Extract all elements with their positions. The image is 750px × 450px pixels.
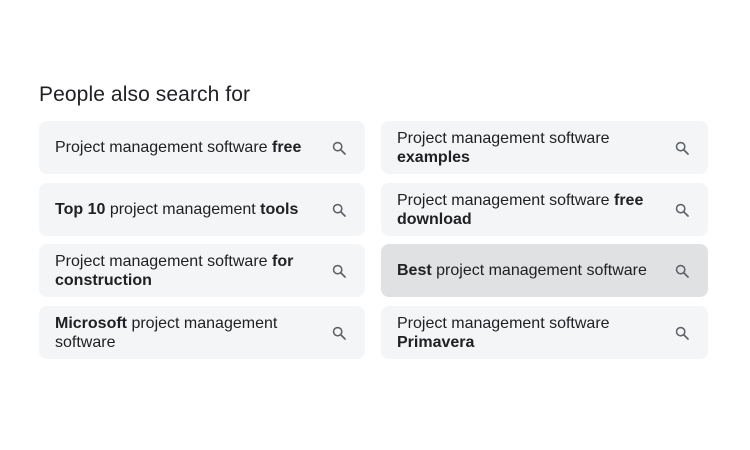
related-search-label: Project management software Primavera [397, 314, 674, 352]
highlighted-term: Top 10 [55, 201, 106, 218]
query-text: Project management software [55, 252, 272, 270]
related-search-label: Microsoft project management software [55, 314, 331, 352]
section-title: People also search for [39, 83, 251, 106]
highlighted-term: tools [260, 201, 299, 218]
related-search-chip[interactable]: Project management software free downloa… [381, 183, 708, 236]
highlighted-term: Primavera [397, 333, 475, 351]
search-icon [332, 264, 346, 278]
highlighted-term: Best [397, 262, 432, 279]
related-search-label: Project management software examples [397, 129, 674, 167]
related-search-chip[interactable]: Project management software for construc… [39, 244, 365, 297]
highlighted-term: examples [397, 148, 470, 166]
related-search-chip[interactable]: Project management software examples [381, 121, 708, 174]
related-search-label: Project management software free downloa… [397, 191, 674, 229]
search-icon [675, 141, 689, 155]
related-search-chip[interactable]: Microsoft project management software [39, 306, 365, 359]
highlighted-term: Microsoft [55, 314, 127, 332]
search-icon [332, 203, 346, 217]
related-search-label: Project management software for construc… [55, 252, 331, 290]
query-text: Project management software [397, 191, 614, 209]
search-icon [332, 141, 346, 155]
people-also-search-panel: People also search for Project managemen… [0, 0, 750, 450]
query-text: project management software [431, 262, 647, 279]
related-search-chip[interactable]: Best project management software [381, 244, 708, 297]
related-search-chip[interactable]: Top 10 project management tools [39, 183, 365, 236]
related-search-label: Project management software free [55, 138, 331, 157]
query-text: project management [105, 201, 261, 218]
search-icon [675, 264, 689, 278]
related-search-label: Top 10 project management tools [55, 200, 331, 219]
search-icon [675, 203, 689, 217]
highlighted-term: free [272, 139, 302, 156]
related-search-label: Best project management software [397, 261, 674, 280]
query-text: Project management software [397, 314, 610, 332]
related-search-chip[interactable]: Project management software free [39, 121, 365, 174]
search-icon [332, 326, 346, 340]
query-text: Project management software [397, 129, 610, 147]
search-icon [675, 326, 689, 340]
query-text: Project management software [55, 139, 272, 156]
related-search-chip[interactable]: Project management software Primavera [381, 306, 708, 359]
